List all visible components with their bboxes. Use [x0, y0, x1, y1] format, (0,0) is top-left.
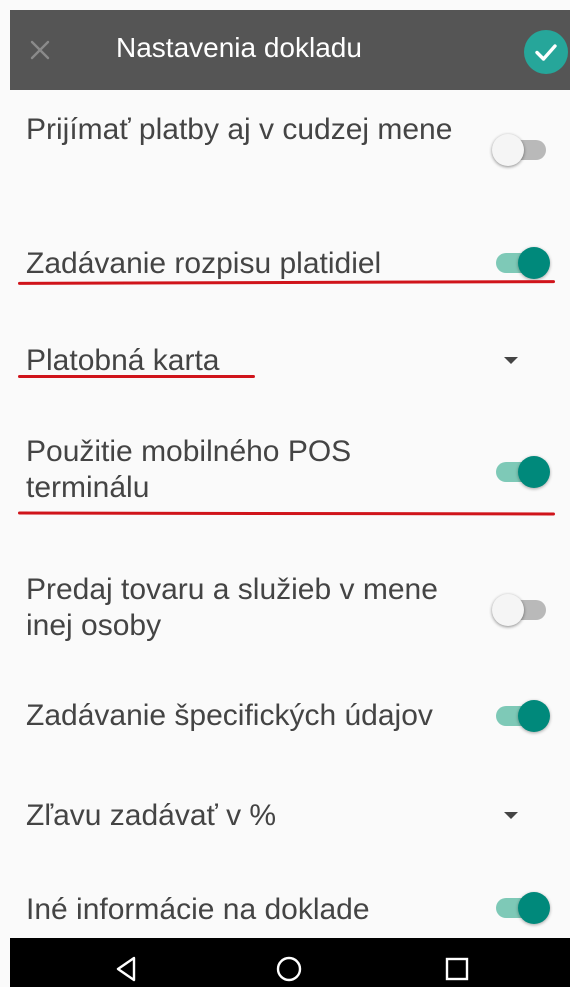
- home-button[interactable]: [274, 954, 304, 987]
- setting-label: Iné informácie na doklade: [26, 893, 370, 926]
- close-button[interactable]: [18, 28, 62, 72]
- recents-button[interactable]: [442, 954, 472, 987]
- chevron-down-icon: [504, 357, 518, 364]
- back-triangle-icon: [116, 956, 136, 982]
- switch-thumb: [518, 456, 550, 488]
- dropdown-value: Zľavu zadávať v %: [26, 799, 277, 832]
- setting-label: Zadávanie rozpisu platidiel: [26, 247, 382, 280]
- switch-thumb: [518, 700, 550, 732]
- setting-discount-percent[interactable]: Zľavu zadávať v %: [10, 792, 570, 842]
- recents-square-icon: [445, 957, 469, 981]
- setting-label: Zadávanie špecifických údajov: [26, 699, 433, 732]
- setting-other-info[interactable]: Iné informácie na doklade: [10, 888, 570, 938]
- back-button[interactable]: [112, 954, 142, 987]
- dropdown-value: Platobná karta: [26, 344, 220, 377]
- setting-third-party-sale[interactable]: Predaj tovaru a služieb v mene inej osob…: [10, 568, 570, 652]
- setting-mobile-pos[interactable]: Použitie mobilného POS terminálu: [10, 430, 570, 514]
- foreign-currency-switch[interactable]: [492, 130, 550, 170]
- switch-thumb: [492, 134, 524, 166]
- setting-label: Použitie mobilného POS terminálu: [26, 435, 352, 504]
- setting-specific-data[interactable]: Zadávanie špecifických údajov: [10, 694, 570, 744]
- mobile-pos-switch[interactable]: [492, 452, 550, 492]
- system-navigation-bar: [10, 938, 570, 987]
- switch-thumb: [518, 247, 550, 279]
- setting-payment-card[interactable]: Platobná karta: [10, 337, 570, 387]
- page-title: Nastavenia dokladu: [116, 32, 362, 63]
- other-info-switch[interactable]: [492, 888, 550, 928]
- annotation-underline: [18, 375, 255, 378]
- chevron-down-icon: [504, 812, 518, 819]
- switch-thumb: [492, 594, 524, 626]
- close-icon: [30, 40, 50, 60]
- app-bar: Nastavenia dokladu: [10, 10, 570, 90]
- switch-thumb: [518, 892, 550, 924]
- setting-foreign-currency[interactable]: Prijímať platby aj v cudzej mene: [10, 108, 570, 192]
- confirm-button[interactable]: [524, 30, 568, 74]
- payment-breakdown-switch[interactable]: [492, 243, 550, 283]
- setting-label: Prijímať platby aj v cudzej mene: [26, 113, 453, 146]
- check-icon: [535, 44, 557, 61]
- specific-data-switch[interactable]: [492, 696, 550, 736]
- home-circle-icon: [276, 956, 302, 982]
- setting-label: Predaj tovaru a služieb v mene inej osob…: [26, 573, 438, 642]
- app-screen: Nastavenia dokladu Prijímať platby aj v …: [0, 0, 570, 987]
- third-party-sale-switch[interactable]: [492, 590, 550, 630]
